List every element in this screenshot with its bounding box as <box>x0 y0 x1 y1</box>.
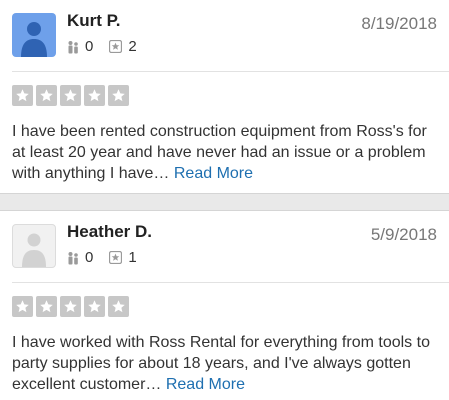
star-rating <box>12 296 132 317</box>
reviews-count: 1 <box>128 249 137 266</box>
star-icon <box>12 296 33 317</box>
user-silhouette-icon <box>22 233 46 267</box>
star-icon <box>84 296 105 317</box>
review-star-icon <box>109 40 123 53</box>
star-icon <box>36 85 57 106</box>
user-silhouette-icon <box>21 22 47 57</box>
avatar[interactable] <box>12 224 56 268</box>
review-star-icon <box>109 251 123 264</box>
reviews-count: 2 <box>128 38 137 55</box>
read-more-link[interactable]: Read More <box>174 165 253 182</box>
reviewer-stats: 0 2 <box>67 38 153 55</box>
reviews-stat: 1 <box>109 249 137 266</box>
review-card: Kurt P. 8/19/2018 0 2 I have been rented… <box>0 0 449 194</box>
reviewer-name[interactable]: Kurt P. <box>67 11 121 31</box>
review-date: 8/19/2018 <box>361 14 437 33</box>
star-icon <box>12 85 33 106</box>
review-card: Heather D. 5/9/2018 0 1 I have worked wi… <box>0 210 449 400</box>
reviews-stat: 2 <box>109 38 137 55</box>
star-icon <box>60 296 81 317</box>
review-text: I have worked with Ross Rental for every… <box>12 332 439 395</box>
friends-count: 0 <box>85 249 94 266</box>
friends-stat: 0 <box>67 249 93 266</box>
review-date: 5/9/2018 <box>370 225 437 244</box>
friends-icon <box>68 40 78 53</box>
star-icon <box>108 296 129 317</box>
divider <box>12 282 449 283</box>
friends-icon <box>68 251 78 264</box>
review-text: I have been rented construction equipmen… <box>12 121 439 184</box>
divider <box>12 71 449 72</box>
avatar[interactable] <box>12 13 56 57</box>
star-icon <box>60 85 81 106</box>
star-icon <box>36 296 57 317</box>
read-more-link[interactable]: Read More <box>166 376 245 393</box>
star-icon <box>84 85 105 106</box>
reviewer-stats: 0 1 <box>67 249 153 266</box>
friends-count: 0 <box>85 38 94 55</box>
star-rating <box>12 85 132 106</box>
friends-stat: 0 <box>67 38 93 55</box>
reviewer-name[interactable]: Heather D. <box>67 222 152 242</box>
star-icon <box>108 85 129 106</box>
